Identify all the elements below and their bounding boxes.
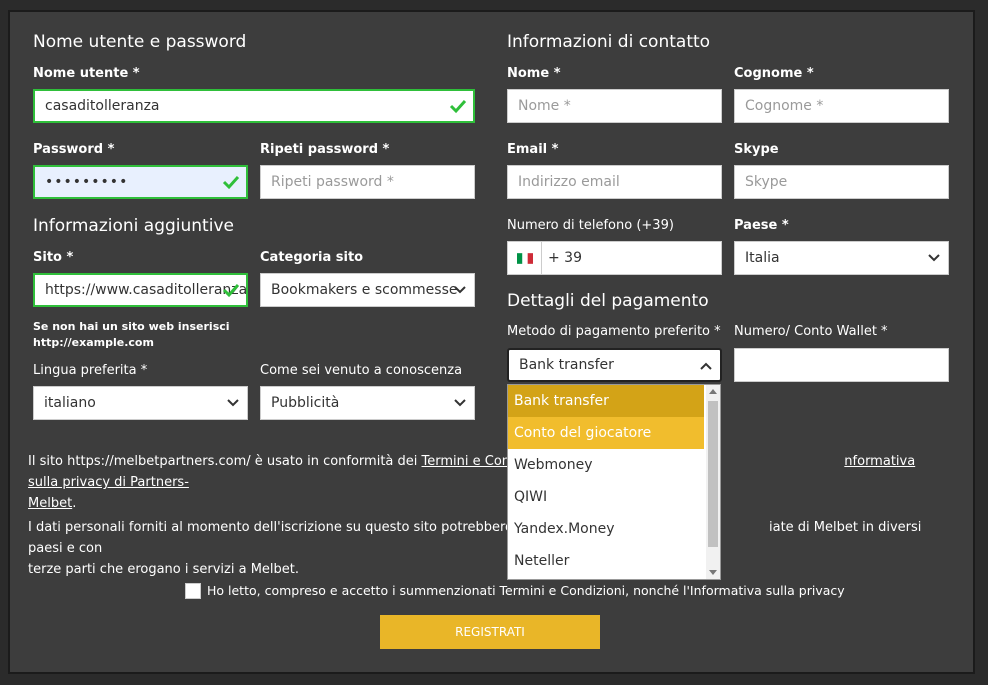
site-input[interactable]: https://www.casaditolleranza	[33, 273, 248, 307]
chevron-up-icon	[700, 362, 712, 370]
chevron-down-icon	[227, 399, 239, 407]
skype-input[interactable]: Skype	[734, 165, 949, 199]
payment-method-select[interactable]: Bank transfer	[507, 348, 722, 382]
chevron-down-icon	[454, 399, 466, 407]
option-bank-transfer[interactable]: Bank transfer	[508, 385, 704, 417]
phone-prefix: + 39	[548, 250, 582, 266]
site-note: Se non hai un sito web inserisci http://…	[33, 319, 230, 351]
italy-flag-icon	[516, 252, 533, 264]
repeat-password-label: Ripeti password *	[260, 142, 390, 157]
payment-method-dropdown: Bank transfer Conto del giocatore Webmon…	[507, 384, 721, 580]
privacy-link-cont[interactable]: Melbet	[28, 496, 72, 511]
country-label: Paese *	[734, 218, 789, 233]
email-label: Email *	[507, 142, 559, 157]
username-input[interactable]: casaditolleranza	[33, 89, 475, 123]
name-label: Nome *	[507, 66, 561, 81]
language-label: Lingua preferita *	[33, 363, 148, 378]
language-select[interactable]: italiano	[33, 386, 248, 420]
country-flag-button[interactable]	[508, 242, 542, 274]
data-text-a: I dati personali forniti al momento dell…	[28, 520, 513, 535]
check-icon	[222, 175, 240, 190]
username-label: Nome utente *	[33, 66, 140, 81]
password-label: Password *	[33, 142, 115, 157]
option-webmoney[interactable]: Webmoney	[508, 449, 704, 481]
scroll-up-icon[interactable]	[709, 388, 717, 394]
category-value: Bookmakers e scommesse	[271, 282, 458, 298]
terms-paragraph: Il sito https://melbetpartners.com/ è us…	[28, 451, 938, 514]
source-select[interactable]: Pubblicità	[260, 386, 475, 420]
repeat-password-input[interactable]: Ripeti password *	[260, 165, 475, 199]
country-value: Italia	[745, 250, 780, 266]
category-select[interactable]: Bookmakers e scommesse	[260, 273, 475, 307]
payment-method-label: Metodo di pagamento preferito *	[507, 324, 721, 339]
terms-text: Il sito https://melbetpartners.com/ è us…	[28, 454, 422, 469]
option-qiwi[interactable]: QIWI	[508, 481, 704, 513]
wallet-label: Numero/ Conto Wallet *	[734, 324, 888, 339]
source-label: Come sei venuto a conoscenza	[260, 363, 463, 378]
category-label: Categoria sito	[260, 250, 364, 265]
terms-link[interactable]: Termini e Cond	[422, 454, 519, 469]
skype-label: Skype	[734, 142, 779, 157]
source-value: Pubblicità	[271, 395, 340, 411]
chevron-down-icon	[928, 254, 940, 262]
data-paragraph: I dati personali forniti al momento dell…	[28, 517, 958, 580]
site-label: Sito *	[33, 250, 74, 265]
dropdown-scrollbar[interactable]	[706, 385, 720, 579]
check-icon	[222, 283, 240, 298]
check-icon	[449, 99, 467, 114]
password-value: •••••••••	[45, 174, 129, 190]
surname-label: Cognome *	[734, 66, 814, 81]
language-value: italiano	[44, 395, 96, 411]
payment-heading: Dettagli del pagamento	[507, 291, 709, 311]
option-neteller[interactable]: Neteller	[508, 545, 704, 577]
site-note-line2: http://example.com	[33, 336, 154, 349]
scroll-down-icon[interactable]	[709, 570, 717, 576]
surname-input[interactable]: Cognome *	[734, 89, 949, 123]
data-text-c: terze parti che erogano i servizi a Melb…	[28, 562, 300, 577]
name-input[interactable]: Nome *	[507, 89, 722, 123]
password-input[interactable]: •••••••••	[33, 165, 248, 199]
wallet-input[interactable]	[734, 348, 949, 382]
option-player-account[interactable]: Conto del giocatore	[508, 417, 704, 449]
register-button[interactable]: REGISTRATI	[380, 615, 600, 649]
option-yandex-money[interactable]: Yandex.Money	[508, 513, 704, 545]
terms-text-end: .	[72, 496, 77, 511]
phone-label: Numero di telefono (+39)	[507, 218, 674, 233]
site-value: https://www.casaditolleranza	[45, 282, 248, 298]
payment-method-value: Bank transfer	[519, 357, 614, 373]
accept-terms-checkbox[interactable]	[185, 583, 201, 599]
contact-heading: Informazioni di contatto	[507, 32, 711, 52]
phone-input[interactable]: + 39	[507, 241, 722, 275]
chevron-down-icon	[454, 286, 466, 294]
username-value: casaditolleranza	[45, 98, 160, 114]
credentials-heading: Nome utente e password	[33, 32, 247, 52]
country-select[interactable]: Italia	[734, 241, 949, 275]
site-note-line1: Se non hai un sito web inserisci	[33, 320, 230, 333]
scrollbar-thumb[interactable]	[708, 401, 718, 547]
additional-info-heading: Informazioni aggiuntive	[33, 216, 234, 236]
email-input[interactable]: Indirizzo email	[507, 165, 722, 199]
accept-terms-label: Ho letto, compreso e accetto i summenzio…	[207, 583, 845, 598]
